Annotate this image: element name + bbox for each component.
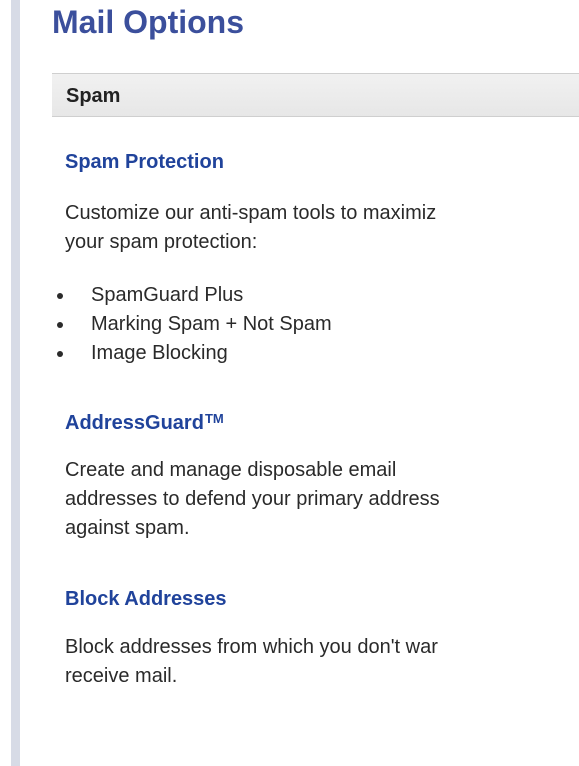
- mail-options-page: Mail Options Spam Spam Protection Custom…: [0, 0, 579, 766]
- block-addresses-description-line-1: Block addresses from which you don't war: [65, 636, 438, 658]
- trademark-mark: TM: [204, 411, 224, 426]
- spam-protection-description-line-1: Customize our anti-spam tools to maximiz: [65, 202, 437, 224]
- addressguard-description-line-1: Create and manage disposable email: [65, 459, 397, 481]
- page-title: Mail Options: [52, 4, 244, 40]
- list-item-label: Marking Spam + Not Spam: [91, 313, 332, 335]
- list-item-label: SpamGuard Plus: [91, 284, 244, 306]
- addressguard-link[interactable]: AddressGuardTM: [65, 411, 224, 435]
- spam-protection-description-line-2: your spam protection:: [65, 231, 258, 253]
- section-label: Spam: [66, 85, 121, 107]
- addressguard-description-line-2: addresses to defend your primary address: [65, 488, 440, 510]
- bullet-icon: [57, 322, 63, 328]
- addressguard-label: AddressGuard: [65, 412, 204, 434]
- bullet-icon: [57, 293, 63, 299]
- spam-protection-link[interactable]: Spam Protection: [65, 151, 224, 174]
- addressguard-description-line-3: against spam.: [65, 517, 190, 539]
- list-item-label: Image Blocking: [91, 342, 228, 364]
- block-addresses-link[interactable]: Block Addresses: [65, 588, 227, 611]
- left-rail: [0, 0, 22, 766]
- section-header-spam: Spam: [52, 73, 579, 117]
- bullet-icon: [57, 351, 63, 357]
- block-addresses-description-line-2: receive mail.: [65, 665, 178, 687]
